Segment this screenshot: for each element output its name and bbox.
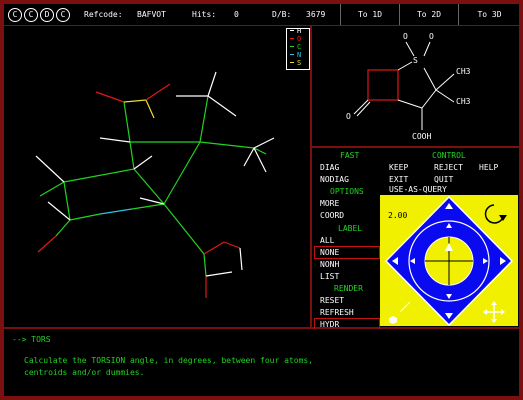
render-header: RENDER [334,284,363,293]
atom-legend: H O C N S [286,27,310,70]
menu-item-hydr[interactable]: HYDR [320,320,339,329]
hits-label: Hits: [192,10,217,19]
menu-item-all[interactable]: ALL [320,236,334,245]
molecule-3d-view[interactable]: H O C N S [4,26,310,327]
fast-header: FAST [340,151,360,160]
menu-item-nodiag[interactable]: NODIAG [320,175,349,184]
menu-item-refresh[interactable]: REFRESH [320,308,354,317]
menu-item-list[interactable]: LIST [320,272,339,281]
menu-item-coord[interactable]: COORD [320,211,344,220]
menu-item-none[interactable]: NONE [320,248,339,257]
molecule-3d-drawing [35,71,275,298]
atom-label-o: O [346,112,351,121]
menu-panel: FAST DIAG NODIAG OPTIONS MORE COORD LABE… [312,148,519,331]
control-exit[interactable]: EXIT [389,175,408,184]
menu-item-nonh[interactable]: NONH [320,260,339,269]
legend-label-n: N [297,51,302,59]
ccdc-logo-letter: C [56,8,70,22]
atom-label-cooh: COOH [412,132,432,141]
structure-2d-drawing [353,41,455,130]
atom-label-o: O [403,32,408,41]
refcode-value: BAFVOT [137,10,166,19]
to-2d-button[interactable]: To 2D [399,4,458,25]
control-quit[interactable]: QUIT [434,175,453,184]
atom-label-o: O [429,32,434,41]
control-help[interactable]: HELP [479,163,498,172]
control-keep[interactable]: KEEP [389,163,408,172]
top-bar: C C D C Refcode: BAFVOT Hits: 0 D/B: 367… [4,4,519,25]
menu-item-reset[interactable]: RESET [320,296,344,305]
status-panel: --> TORS Calculate the TORSION angle, in… [4,329,519,396]
control-reject[interactable]: REJECT [434,163,463,172]
options-header: OPTIONS [330,187,364,196]
move-icon[interactable] [482,300,506,324]
to-3d-button[interactable]: To 3D [458,4,520,25]
to-1d-button[interactable]: To 1D [340,4,399,25]
ccdc-logo-letter: C [24,8,38,22]
legend-label-s: S [297,59,302,67]
refcode-label: Refcode: [84,10,123,19]
control-header: CONTROL [432,151,466,160]
legend-label-c: C [297,43,302,51]
atom-label-ch3: CH3 [456,67,471,76]
legend-label-h: H [297,27,302,35]
structure-2d-view: O O S CH3 CH3 O COOH [312,26,519,146]
hits-value: 0 [234,10,239,19]
atom-label-ch3: CH3 [456,97,471,106]
atom-label-s: S [413,56,418,65]
menu-item-more[interactable]: MORE [320,199,339,208]
command-prompt: --> TORS [12,335,51,344]
status-message-line2: centroids and/or dummies. [24,368,145,377]
db-value: 3679 [306,10,326,19]
zoom-icon[interactable] [384,298,414,326]
db-label: D/B: [272,10,292,19]
control-use-as-query[interactable]: USE-AS-QUERY [389,185,447,194]
label-header: LABEL [338,224,363,233]
ccdc-logo-letter: C [8,8,22,22]
menu-item-diag[interactable]: DIAG [320,163,339,172]
legend-label-o: O [297,35,302,43]
status-message-line1: Calculate the TORSION angle, in degrees,… [24,356,313,365]
ccdc-logo-letter: D [40,8,54,22]
